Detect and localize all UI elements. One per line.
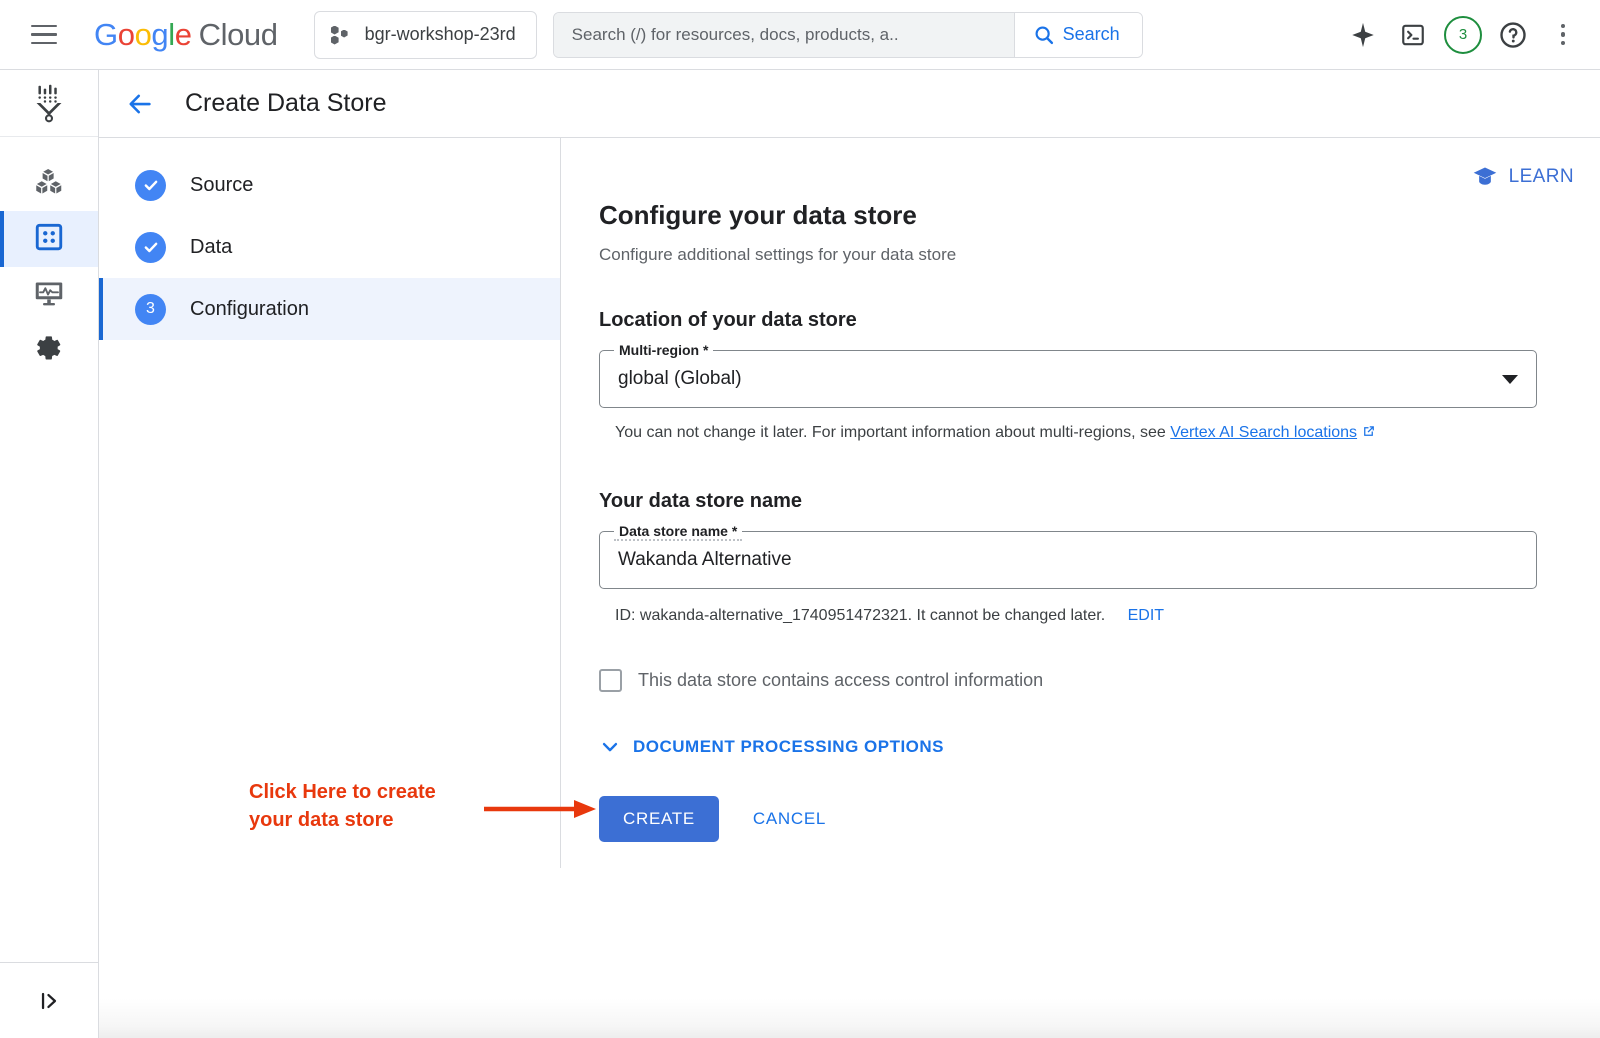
rail-item-settings[interactable] xyxy=(0,323,98,379)
hamburger-menu-icon[interactable] xyxy=(22,13,66,57)
search-input[interactable] xyxy=(554,13,1014,57)
monitoring-icon xyxy=(34,278,64,313)
more-options-kebab-icon[interactable] xyxy=(1540,12,1586,58)
create-button[interactable]: CREATE xyxy=(599,796,719,842)
location-section-title: Location of your data store xyxy=(599,309,1600,332)
chevron-down-icon xyxy=(599,736,621,758)
back-arrow-icon[interactable] xyxy=(125,89,155,119)
page-title: Create Data Store xyxy=(185,89,387,118)
rail-item-data-stores[interactable] xyxy=(0,211,98,267)
notification-count-badge: 3 xyxy=(1444,16,1482,54)
chevron-down-icon xyxy=(1502,375,1518,384)
edit-id-button[interactable]: EDIT xyxy=(1128,607,1164,624)
data-store-name-value: Wakanda Alternative xyxy=(618,549,792,571)
name-section-title: Your data store name xyxy=(599,490,1600,513)
page-subheader: Create Data Store LEARN xyxy=(99,70,1600,138)
access-control-label: This data store contains access control … xyxy=(638,670,1043,691)
access-control-checkbox-row[interactable]: This data store contains access control … xyxy=(599,669,1600,692)
rail-item-list xyxy=(0,137,98,379)
search-button-label: Search xyxy=(1063,24,1120,45)
wizard-step-configuration[interactable]: 3 Configuration xyxy=(99,278,560,340)
form-heading: Configure your data store xyxy=(599,200,1600,231)
step-label-source: Source xyxy=(190,174,253,197)
form-actions: CREATE CANCEL xyxy=(599,796,1600,842)
page-body: Create Data Store LEARN Sour xyxy=(0,70,1600,1038)
vertex-ai-search-logo-icon[interactable] xyxy=(0,70,98,137)
multi-region-value: global (Global) xyxy=(618,368,742,390)
step-number-badge: 3 xyxy=(135,294,166,325)
configuration-form: Configure your data store Configure addi… xyxy=(561,138,1600,1038)
expand-panel-icon[interactable] xyxy=(0,962,98,1038)
arrow-right-annotation xyxy=(484,798,596,820)
multi-region-label: Multi-region * xyxy=(614,342,713,358)
external-link-icon xyxy=(1361,424,1376,444)
wizard-step-data[interactable]: Data xyxy=(99,216,560,278)
cancel-button[interactable]: CANCEL xyxy=(737,796,842,842)
help-icon[interactable] xyxy=(1490,12,1536,58)
project-hexagons-icon xyxy=(331,25,351,45)
form-subheading: Configure additional settings for your d… xyxy=(599,245,1600,265)
wizard-step-source[interactable]: Source xyxy=(99,154,560,216)
annotation-text: Click Here to create your data store xyxy=(249,778,479,835)
document-processing-options-label: DOCUMENT PROCESSING OPTIONS xyxy=(633,737,944,757)
top-app-bar: GoogleCloud bgr-workshop-23rd Search xyxy=(0,0,1600,70)
google-cloud-logo[interactable]: GoogleCloud xyxy=(94,17,278,53)
notifications-icon[interactable]: 3 xyxy=(1440,12,1486,58)
data-store-name-label: Data store name * xyxy=(614,523,742,541)
data-stores-icon xyxy=(34,222,64,257)
settings-gear-icon xyxy=(35,334,64,368)
search-icon xyxy=(1033,24,1055,46)
left-nav-rail xyxy=(0,70,99,1038)
wizard-steps: Source Data 3 Configuration xyxy=(99,138,561,868)
global-search: Search xyxy=(553,12,1143,58)
multi-region-helper-prefix: You can not change it later. For importa… xyxy=(615,424,1166,441)
data-store-id-text: ID: wakanda-alternative_1740951472321. I… xyxy=(615,607,1105,624)
data-store-id-line: ID: wakanda-alternative_1740951472321. I… xyxy=(615,607,1600,625)
content-column: Create Data Store LEARN Sour xyxy=(99,70,1600,1038)
wizard-row: Source Data 3 Configuration xyxy=(99,138,1600,1038)
step-label-configuration: Configuration xyxy=(190,298,309,321)
multi-region-helper-text: You can not change it later. For importa… xyxy=(615,424,1600,444)
rail-item-apps[interactable] xyxy=(0,155,98,211)
access-control-checkbox[interactable] xyxy=(599,669,622,692)
top-bar-icon-group: 3 xyxy=(1340,12,1586,58)
logo-cloud-word: Cloud xyxy=(199,17,278,52)
cloud-shell-icon[interactable] xyxy=(1390,12,1436,58)
project-selector[interactable]: bgr-workshop-23rd xyxy=(314,11,537,59)
data-store-name-field[interactable]: Data store name * Wakanda Alternative xyxy=(599,531,1537,589)
multi-region-select[interactable]: Multi-region * global (Global) xyxy=(599,350,1537,408)
rail-item-monitoring[interactable] xyxy=(0,267,98,323)
search-button[interactable]: Search xyxy=(1014,13,1142,57)
apps-icon xyxy=(34,166,64,201)
vertex-ai-search-locations-link[interactable]: Vertex AI Search locations xyxy=(1170,424,1357,441)
step-done-check-icon xyxy=(135,170,166,201)
step-label-data: Data xyxy=(190,236,232,259)
step-done-check-icon xyxy=(135,232,166,263)
project-name: bgr-workshop-23rd xyxy=(365,24,516,45)
document-processing-options-toggle[interactable]: DOCUMENT PROCESSING OPTIONS xyxy=(599,736,944,758)
gemini-sparkle-icon[interactable] xyxy=(1340,12,1386,58)
